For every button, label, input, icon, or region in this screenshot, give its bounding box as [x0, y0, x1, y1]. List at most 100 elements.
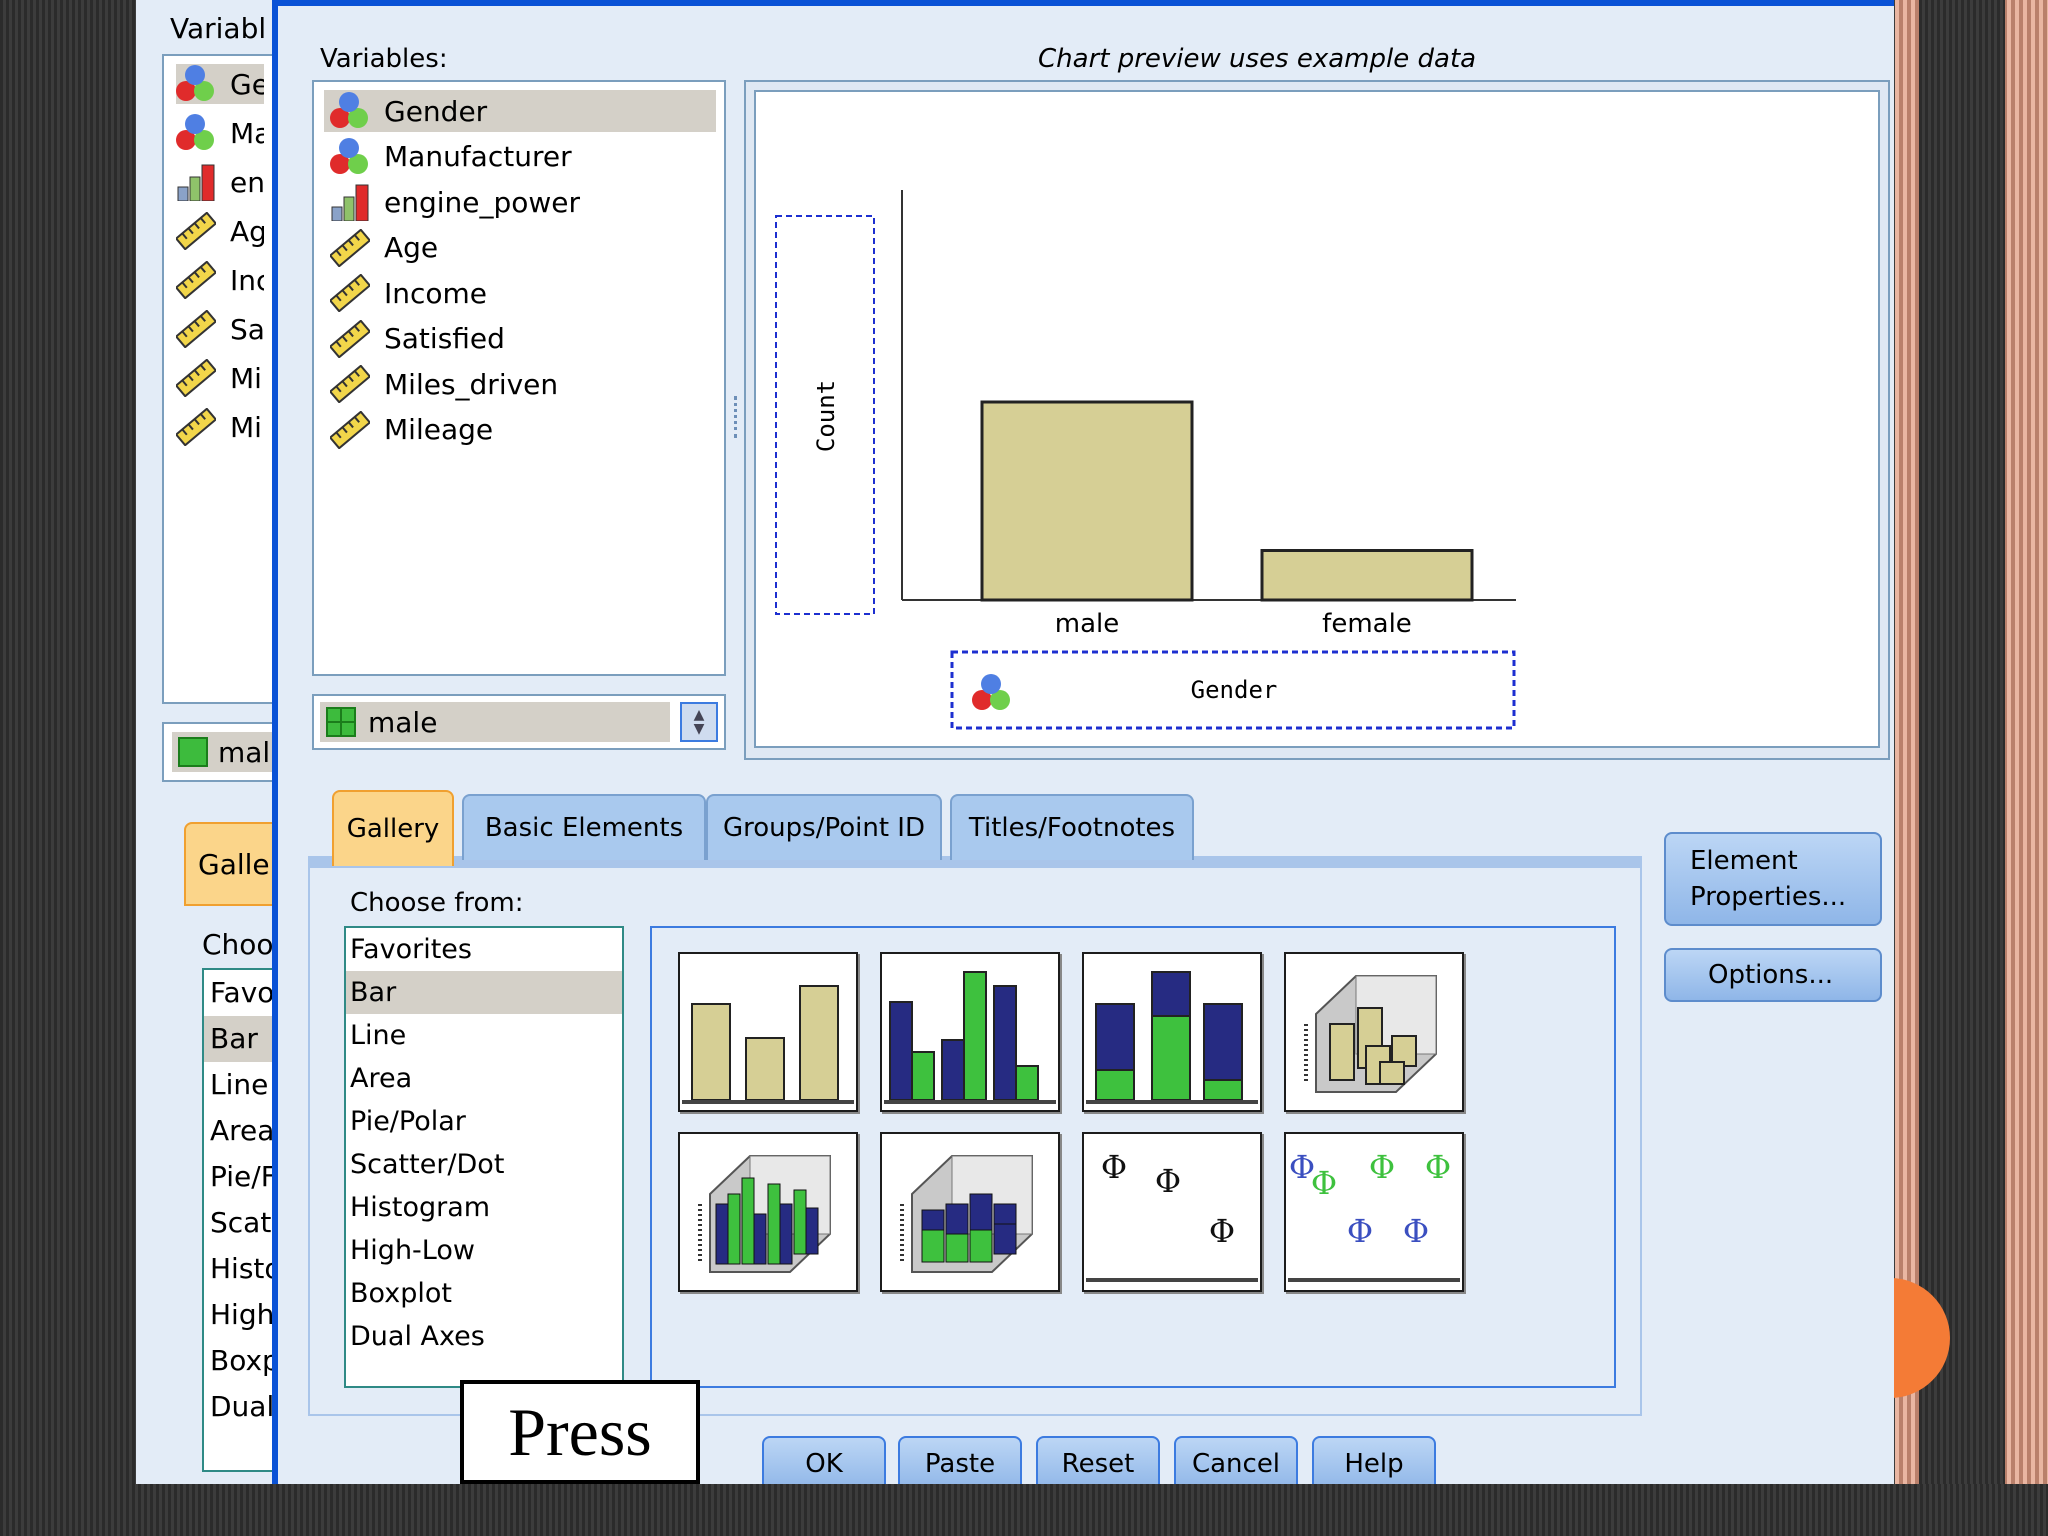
help-button[interactable]: Help	[1312, 1436, 1436, 1490]
back-variable-item[interactable]: Mi	[174, 358, 264, 398]
tab-basic-elements[interactable]: Basic Elements	[462, 794, 706, 860]
variable-list[interactable]: Gender Manufacturer engine_power Age Income S…	[312, 80, 726, 676]
category-item[interactable]: Area	[346, 1057, 622, 1100]
svg-text:Φ: Φ	[1347, 1212, 1373, 1250]
back-variable-item[interactable]: Ge	[176, 64, 264, 104]
svg-text:Φ: Φ	[1369, 1148, 1395, 1186]
back-variable-name: Mi	[230, 410, 262, 444]
category-item[interactable]: Line	[346, 1014, 622, 1057]
gallery-3d-stacked-bar[interactable]	[880, 1132, 1060, 1292]
variable-item[interactable]: Gender	[324, 90, 716, 132]
gallery-simple-error-bar[interactable]: Φ Φ Φ	[1082, 1132, 1262, 1292]
back-variables-label: Variabl	[170, 12, 267, 45]
ordinal-icon	[330, 183, 370, 222]
background-dialog: Variabl Ge Ma en Ag Inc Sa Mi Mi mal Galle Choo…	[136, 0, 296, 1484]
variable-name: Income	[384, 276, 488, 310]
variable-item[interactable]: Miles_driven	[324, 363, 716, 405]
3d-clustered-bar-icon	[698, 1155, 831, 1273]
scale-icon	[174, 309, 218, 349]
simple-bar-icon	[682, 985, 854, 1104]
back-variable-item[interactable]: Mi	[174, 407, 264, 447]
chart-builder-dialog: Variables: Chart preview uses example da…	[272, 0, 1894, 1490]
svg-text:Φ: Φ	[1209, 1212, 1235, 1250]
value-spinner[interactable]: ▲ ▼	[680, 702, 718, 742]
value-dropdown[interactable]: male ▲ ▼	[312, 694, 726, 750]
back-variable-item[interactable]: Sa	[174, 309, 264, 349]
variable-name: Gender	[384, 94, 488, 128]
variable-item[interactable]: engine_power	[324, 181, 716, 223]
3d-bar-icon	[1304, 975, 1437, 1093]
scale-icon	[328, 364, 372, 404]
y-axis-label: Count	[812, 380, 840, 452]
variables-label: Variables:	[320, 44, 448, 74]
svg-text:Φ: Φ	[1425, 1148, 1451, 1186]
variable-name: Satisfied	[384, 322, 505, 355]
back-variable-list[interactable]: Ge Ma en Ag Inc Sa Mi Mi	[162, 54, 286, 704]
variable-name: Manufacturer	[384, 140, 572, 173]
back-variable-item[interactable]: en	[176, 162, 264, 202]
value-icon	[326, 707, 356, 737]
variable-item[interactable]: Age	[324, 227, 716, 269]
gallery-3d-clustered-bar[interactable]	[678, 1132, 858, 1292]
svg-text:Φ: Φ	[1155, 1162, 1181, 1200]
category-list[interactable]: Favorites Bar Line Area Pie/Polar Scatter/Dot…	[344, 926, 624, 1388]
category-item[interactable]: Scatter/Dot	[346, 1143, 622, 1186]
variable-item[interactable]: Manufacturer	[324, 136, 716, 178]
chart-preview-canvas[interactable]: Count male female Gender	[754, 90, 1880, 748]
tab-groups-point-id[interactable]: Groups/Point ID	[706, 794, 942, 860]
back-variable-name: Mi	[230, 361, 262, 395]
tab-titles-footnotes[interactable]: Titles/Footnotes	[950, 794, 1194, 860]
gallery-simple-bar[interactable]	[678, 952, 858, 1112]
back-variable-item[interactable]: Inc	[174, 260, 264, 300]
variable-item[interactable]: Satisfied	[324, 318, 716, 360]
gallery-clustered-bar[interactable]	[880, 952, 1060, 1112]
element-properties-button[interactable]: Element Properties...	[1664, 832, 1882, 926]
category-item[interactable]: Histogram	[346, 1186, 622, 1229]
gender-nominal-icon	[972, 674, 1010, 710]
category-item[interactable]: Dual Axes	[346, 1315, 622, 1358]
paste-button[interactable]: Paste	[898, 1436, 1022, 1490]
back-variable-name: Ge	[230, 67, 264, 101]
gallery-3d-bar[interactable]	[1284, 952, 1464, 1112]
element-properties-label: Element Properties...	[1690, 846, 1847, 912]
ordinal-icon	[176, 163, 216, 202]
category-item[interactable]: Bar	[346, 971, 622, 1014]
back-tab-gallery[interactable]: Galle	[184, 822, 284, 906]
category-item[interactable]: Boxplot	[346, 1272, 622, 1315]
scale-icon	[174, 407, 218, 447]
variable-item[interactable]: Income	[324, 272, 716, 314]
preview-bar-male	[980, 400, 1194, 602]
scale-icon	[328, 273, 372, 313]
variable-item[interactable]: Mileage	[324, 409, 716, 451]
variable-name: Miles_driven	[384, 367, 559, 401]
back-variable-name: Sa	[230, 312, 264, 346]
clustered-error-bar-icon: Φ Φ Φ Φ Φ Φ	[1288, 1148, 1460, 1282]
category-item[interactable]: Favorites	[346, 928, 622, 971]
back-choose-label: Choo	[202, 928, 274, 961]
category-item[interactable]: High-Low	[346, 1229, 622, 1272]
preview-chart-svg: Count male female Gender	[775, 190, 1516, 730]
gallery-clustered-error-bar[interactable]: Φ Φ Φ Φ Φ Φ	[1284, 1132, 1464, 1292]
back-variable-item[interactable]: Ag	[174, 211, 264, 251]
variable-name: Age	[384, 231, 439, 264]
ok-button[interactable]: OK	[762, 1436, 886, 1490]
tab-gallery[interactable]: Gallery	[332, 790, 454, 866]
svg-text:Φ: Φ	[1403, 1212, 1429, 1250]
nominal-icon	[330, 137, 370, 176]
value-text: male	[368, 705, 438, 739]
pane-splitter[interactable]	[734, 396, 743, 438]
stacked-bar-icon	[1086, 971, 1258, 1104]
gallery-stacked-bar[interactable]	[1082, 952, 1262, 1112]
3d-stacked-bar-icon	[900, 1155, 1033, 1273]
simple-error-bar-icon: Φ Φ Φ	[1086, 1148, 1258, 1282]
options-label: Options...	[1708, 960, 1834, 990]
category-item[interactable]: Pie/Polar	[346, 1100, 622, 1143]
back-variable-item[interactable]: Ma	[176, 113, 264, 153]
scale-icon	[174, 260, 218, 300]
reset-button[interactable]: Reset	[1036, 1436, 1160, 1490]
scale-icon	[328, 227, 372, 268]
x-axis-label: Gender	[1191, 676, 1278, 704]
options-button[interactable]: Options...	[1664, 948, 1882, 1002]
cancel-button[interactable]: Cancel	[1174, 1436, 1298, 1490]
back-value-dropdown[interactable]: mal	[162, 722, 286, 782]
